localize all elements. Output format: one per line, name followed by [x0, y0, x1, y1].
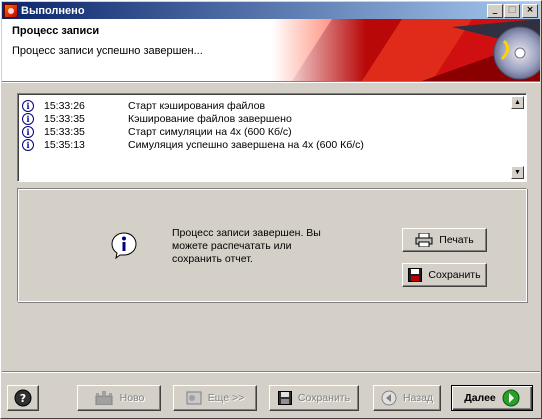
page-subtitle: Процесс записи успешно завершен...: [12, 45, 203, 57]
back-label: Назад: [402, 392, 434, 404]
info-icon: i: [22, 138, 34, 151]
banner-graphic: [272, 19, 540, 81]
log-row: i 15:33:35 Старт симуляции на 4x (600 Кб…: [22, 125, 512, 138]
log-row: i 15:35:13 Симуляция успешно завершена н…: [22, 138, 512, 151]
scroll-up-button[interactable]: ▲: [511, 96, 524, 109]
floppy-disk-icon: [408, 268, 423, 282]
back-arrow-icon: [381, 390, 397, 406]
window-title: Выполнено: [21, 4, 85, 17]
wizard-window: Выполнено _ □ × Процесс записи Процесс з…: [0, 0, 542, 419]
new-label: Ново: [119, 392, 145, 404]
printer-icon: [415, 233, 433, 247]
more-button[interactable]: Еще >>: [173, 385, 257, 411]
info-icon: i: [22, 99, 34, 112]
log-time: 15:33:35: [44, 112, 85, 125]
scroll-down-button[interactable]: ▼: [511, 166, 524, 179]
svg-text:?: ?: [20, 392, 26, 405]
next-button[interactable]: Далее: [451, 385, 533, 411]
save-button[interactable]: Сохранить: [269, 385, 359, 411]
castle-icon: [95, 391, 113, 405]
log-row: i 15:33:26 Старт кэширования файлов: [22, 99, 512, 112]
save-label: Сохранить: [297, 392, 351, 404]
log-row: i 15:33:35 Кэширование файлов завершено: [22, 112, 512, 125]
next-label: Далее: [464, 392, 496, 404]
info-balloon-icon: [111, 232, 137, 259]
save-report-button[interactable]: Сохранить: [402, 263, 487, 287]
save-report-label: Сохранить: [428, 269, 481, 281]
new-button[interactable]: Ново: [77, 385, 161, 411]
log-message: Старт симуляции на 4x (600 Кб/с): [128, 125, 292, 138]
log-message: Симуляция успешно завершена на 4x (600 К…: [128, 138, 364, 151]
options-icon: [186, 391, 202, 405]
close-button[interactable]: ×: [522, 3, 538, 18]
log-message: Старт кэширования файлов: [128, 99, 266, 112]
next-arrow-icon: [502, 389, 520, 407]
title-bar[interactable]: Выполнено _ □ ×: [2, 2, 540, 19]
log-time: 15:33:26: [44, 99, 85, 112]
back-button[interactable]: Назад: [373, 385, 441, 411]
floppy-disk-icon: [277, 391, 292, 405]
app-icon: [4, 3, 18, 18]
header-separator: [2, 81, 540, 83]
log-time: 15:35:13: [44, 138, 85, 151]
status-panel: Процесс записи завершен. Вы можете распе…: [17, 188, 527, 302]
help-button[interactable]: ?: [7, 385, 39, 411]
page-title: Процесс записи: [12, 25, 100, 37]
log-message: Кэширование файлов завершено: [128, 112, 292, 125]
help-icon: ?: [14, 389, 32, 407]
info-icon: i: [22, 125, 34, 138]
footer-separator: [2, 371, 540, 373]
maximize-button[interactable]: □: [504, 3, 520, 18]
print-button[interactable]: Печать: [402, 228, 487, 252]
info-icon: i: [22, 112, 34, 125]
header-band: Процесс записи Процесс записи успешно за…: [2, 19, 540, 81]
log-list[interactable]: i 15:33:26 Старт кэширования файлов i 15…: [17, 93, 527, 182]
log-time: 15:33:35: [44, 125, 85, 138]
print-label: Печать: [439, 234, 474, 246]
more-label: Еще >>: [207, 392, 245, 404]
status-message: Процесс записи завершен. Вы можете распе…: [172, 227, 321, 265]
minimize-button[interactable]: _: [487, 3, 503, 18]
